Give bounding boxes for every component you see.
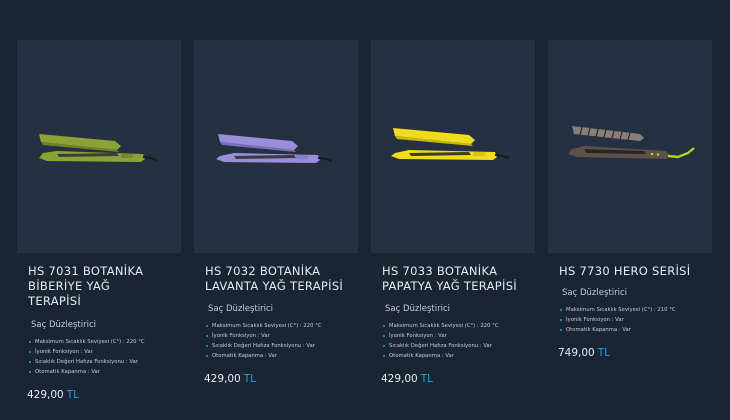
product-card[interactable]: HS 7730 HERO SERİSİ Saç Düzleştirici Mak… <box>548 40 712 359</box>
spec-item: Otomatik Kapanma : Var <box>382 351 499 361</box>
spec-item: Maksimum Sıcaklık Seviyesi (C°) : 210 °C <box>559 305 676 315</box>
spec-item: Maksimum Sıcaklık Seviyesi (C°) : 220 °C <box>382 321 499 331</box>
spec-item: İyonik Fonksiyon : Var <box>559 315 676 325</box>
product-title[interactable]: HS 7032 BOTANİKA LAVANTA YAĞ TERAPİSİ <box>205 264 365 294</box>
spec-item: Sıcaklık Değeri Hafıza Fonksiyonu : Var <box>28 357 145 367</box>
product-title[interactable]: HS 7730 HERO SERİSİ <box>559 264 719 279</box>
spec-item: Sıcaklık Değeri Hafıza Fonksiyonu : Var <box>382 341 499 351</box>
product-image[interactable] <box>371 40 535 253</box>
spec-item: Otomatik Kapanma : Var <box>559 325 676 335</box>
spec-item: Maksimum Sıcaklık Seviyesi (C°) : 220 °C <box>28 337 145 347</box>
product-category: Saç Düzleştirici <box>562 288 627 298</box>
spec-item: İyonik Fonksiyon : Var <box>28 347 145 357</box>
product-image[interactable] <box>548 40 712 253</box>
product-price: 749,00 TL <box>558 347 611 359</box>
product-image[interactable] <box>194 40 358 253</box>
product-specs: Maksimum Sıcaklık Seviyesi (C°) : 220 °C… <box>382 321 499 361</box>
hair-straightener-icon <box>391 128 510 160</box>
hair-straightener-icon <box>39 134 158 162</box>
product-image[interactable] <box>17 40 181 253</box>
product-specs: Maksimum Sıcaklık Seviyesi (C°) : 220 °C… <box>28 337 145 377</box>
product-card[interactable]: HS 7031 BOTANİKA BİBERİYE YAĞ TERAPİSİ S… <box>17 40 181 401</box>
spec-item: Otomatik Kapanma : Var <box>205 351 322 361</box>
product-category: Saç Düzleştirici <box>31 320 96 330</box>
spec-item: İyonik Fonksiyon : Var <box>205 331 322 341</box>
product-category: Saç Düzleştirici <box>208 304 273 314</box>
product-grid: HS 7031 BOTANİKA BİBERİYE YAĞ TERAPİSİ S… <box>0 0 730 420</box>
product-specs: Maksimum Sıcaklık Seviyesi (C°) : 220 °C… <box>205 321 322 361</box>
product-category: Saç Düzleştirici <box>385 304 450 314</box>
spec-item: İyonik Fonksiyon : Var <box>382 331 499 341</box>
product-specs: Maksimum Sıcaklık Seviyesi (C°) : 210 °C… <box>559 305 676 335</box>
product-title[interactable]: HS 7033 BOTANİKA PAPATYA YAĞ TERAPİSİ <box>382 264 542 294</box>
spec-item: Sıcaklık Değeri Hafıza Fonksiyonu : Var <box>205 341 322 351</box>
product-card[interactable]: HS 7033 BOTANİKA PAPATYA YAĞ TERAPİSİ Sa… <box>371 40 535 385</box>
hair-straightener-icon <box>216 134 333 163</box>
product-price: 429,00 TL <box>204 373 257 385</box>
hair-straightener-icon <box>568 126 695 159</box>
currency-label: TL <box>597 347 611 359</box>
currency-label: TL <box>243 373 257 385</box>
product-title[interactable]: HS 7031 BOTANİKA BİBERİYE YAĞ TERAPİSİ <box>28 264 188 309</box>
product-price: 429,00 TL <box>381 373 434 385</box>
spec-item: Otomatik Kapanma : Var <box>28 367 145 377</box>
currency-label: TL <box>66 389 80 401</box>
product-card[interactable]: HS 7032 BOTANİKA LAVANTA YAĞ TERAPİSİ Sa… <box>194 40 358 385</box>
spec-item: Maksimum Sıcaklık Seviyesi (C°) : 220 °C <box>205 321 322 331</box>
currency-label: TL <box>420 373 434 385</box>
product-price: 429,00 TL <box>27 389 80 401</box>
